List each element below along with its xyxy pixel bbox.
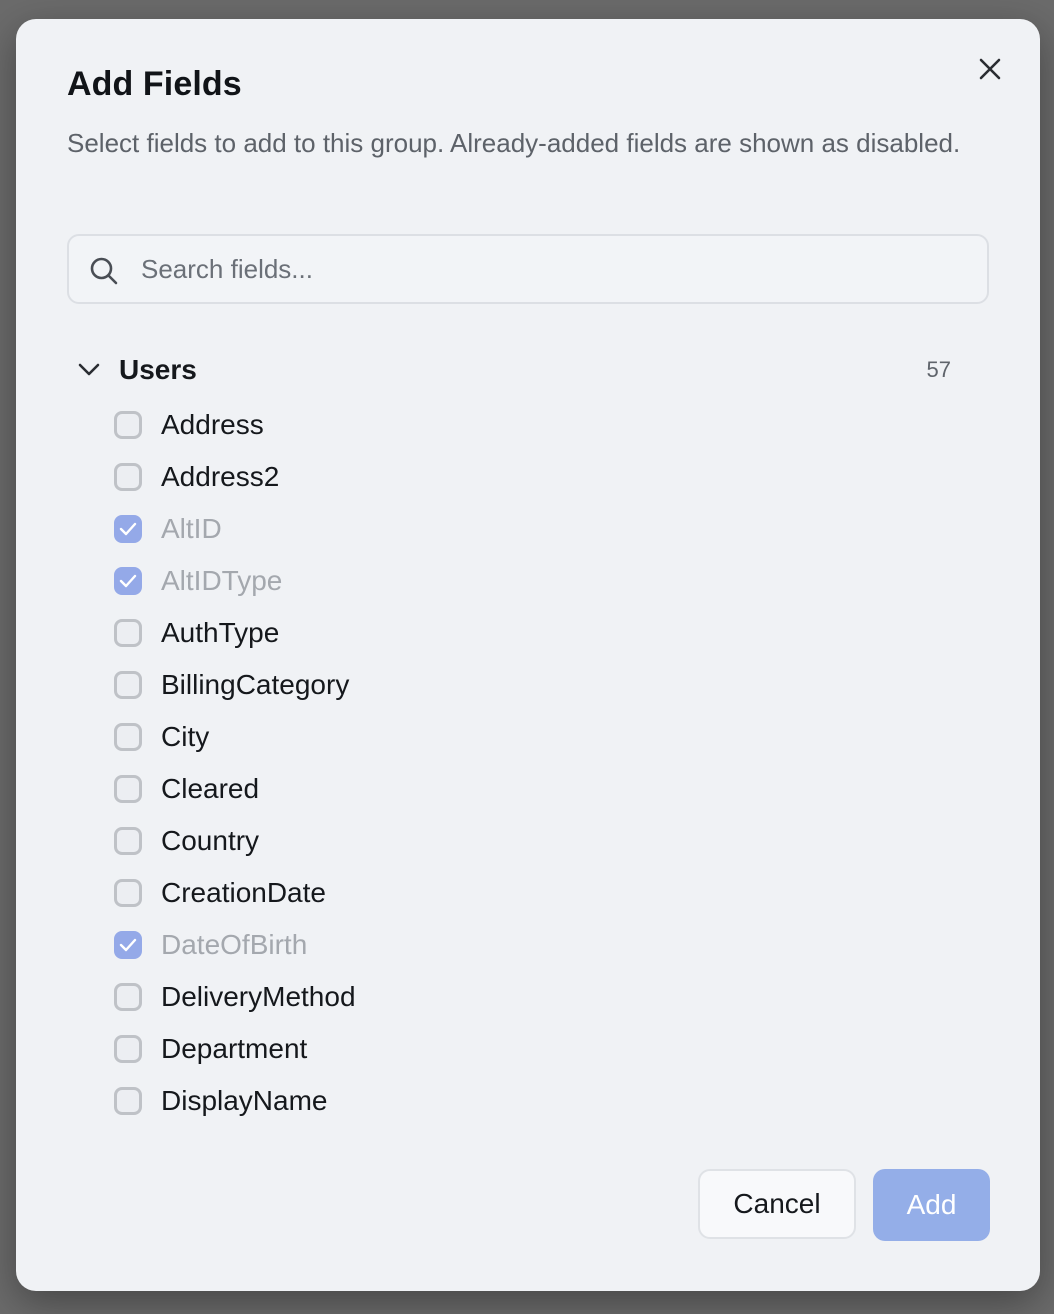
checkmark-icon [119, 574, 137, 588]
field-row[interactable]: CreationDate [112, 867, 912, 919]
dialog-subtitle: Select fields to add to this group. Alre… [67, 128, 961, 158]
field-checkbox[interactable] [114, 411, 142, 439]
checkmark-icon [119, 938, 137, 952]
add-button[interactable]: Add [873, 1169, 990, 1241]
field-checkbox[interactable] [114, 827, 142, 855]
group-count-badge: 57 [926, 357, 951, 382]
field-label: Address2 [161, 461, 280, 492]
field-label: CreationDate [161, 877, 326, 908]
field-checkbox[interactable] [114, 1087, 142, 1115]
field-checkbox[interactable] [114, 775, 142, 803]
checkmark-icon [119, 522, 137, 536]
search-box [67, 234, 989, 304]
search-input[interactable] [141, 236, 971, 302]
field-label: DateOfBirth [161, 929, 308, 960]
field-row: AltIDType [112, 555, 912, 607]
field-label: AltIDType [161, 565, 283, 596]
dialog-title: Add Fields [67, 65, 242, 103]
field-checkbox[interactable] [114, 671, 142, 699]
field-checkbox[interactable] [114, 1035, 142, 1063]
chevron-down-icon [74, 355, 104, 385]
field-row[interactable]: Country [112, 815, 912, 867]
field-checkbox[interactable] [114, 463, 142, 491]
field-checkbox [114, 515, 142, 543]
field-row[interactable]: Address [112, 399, 912, 451]
field-label: AltID [161, 513, 222, 544]
group-name: Users [119, 354, 197, 385]
close-button[interactable] [970, 49, 1010, 89]
field-row: DateOfBirth [112, 919, 912, 971]
field-row[interactable]: DeliveryMethod [112, 971, 912, 1023]
field-row[interactable]: DisplayName [112, 1075, 912, 1127]
field-checkbox [114, 567, 142, 595]
field-checkbox[interactable] [114, 723, 142, 751]
field-row[interactable]: Department [112, 1023, 912, 1075]
search-icon [90, 257, 118, 285]
group-header-users[interactable]: Users 57 [74, 348, 954, 392]
field-list: Address Address2 AltID AltIDType AuthType Bil… [112, 399, 912, 1127]
close-icon [979, 58, 1001, 80]
field-checkbox [114, 931, 142, 959]
field-label: DeliveryMethod [161, 981, 356, 1012]
field-label: DisplayName [161, 1085, 328, 1116]
field-label: Country [161, 825, 260, 856]
field-row: AltID [112, 503, 912, 555]
field-row[interactable]: Cleared [112, 763, 912, 815]
field-checkbox[interactable] [114, 619, 142, 647]
field-row[interactable]: Address2 [112, 451, 912, 503]
add-fields-dialog: Add Fields Select fields to add to this … [16, 19, 1040, 1291]
field-row[interactable]: City [112, 711, 912, 763]
cancel-button[interactable]: Cancel [698, 1169, 856, 1239]
field-row[interactable]: AuthType [112, 607, 912, 659]
field-label: Department [161, 1033, 308, 1064]
field-row[interactable]: BillingCategory [112, 659, 912, 711]
field-label: City [161, 721, 210, 752]
field-checkbox[interactable] [114, 879, 142, 907]
field-label: Address [161, 409, 264, 440]
field-checkbox[interactable] [114, 983, 142, 1011]
field-label: BillingCategory [161, 669, 350, 700]
field-label: Cleared [161, 773, 260, 804]
field-label: AuthType [161, 617, 280, 648]
